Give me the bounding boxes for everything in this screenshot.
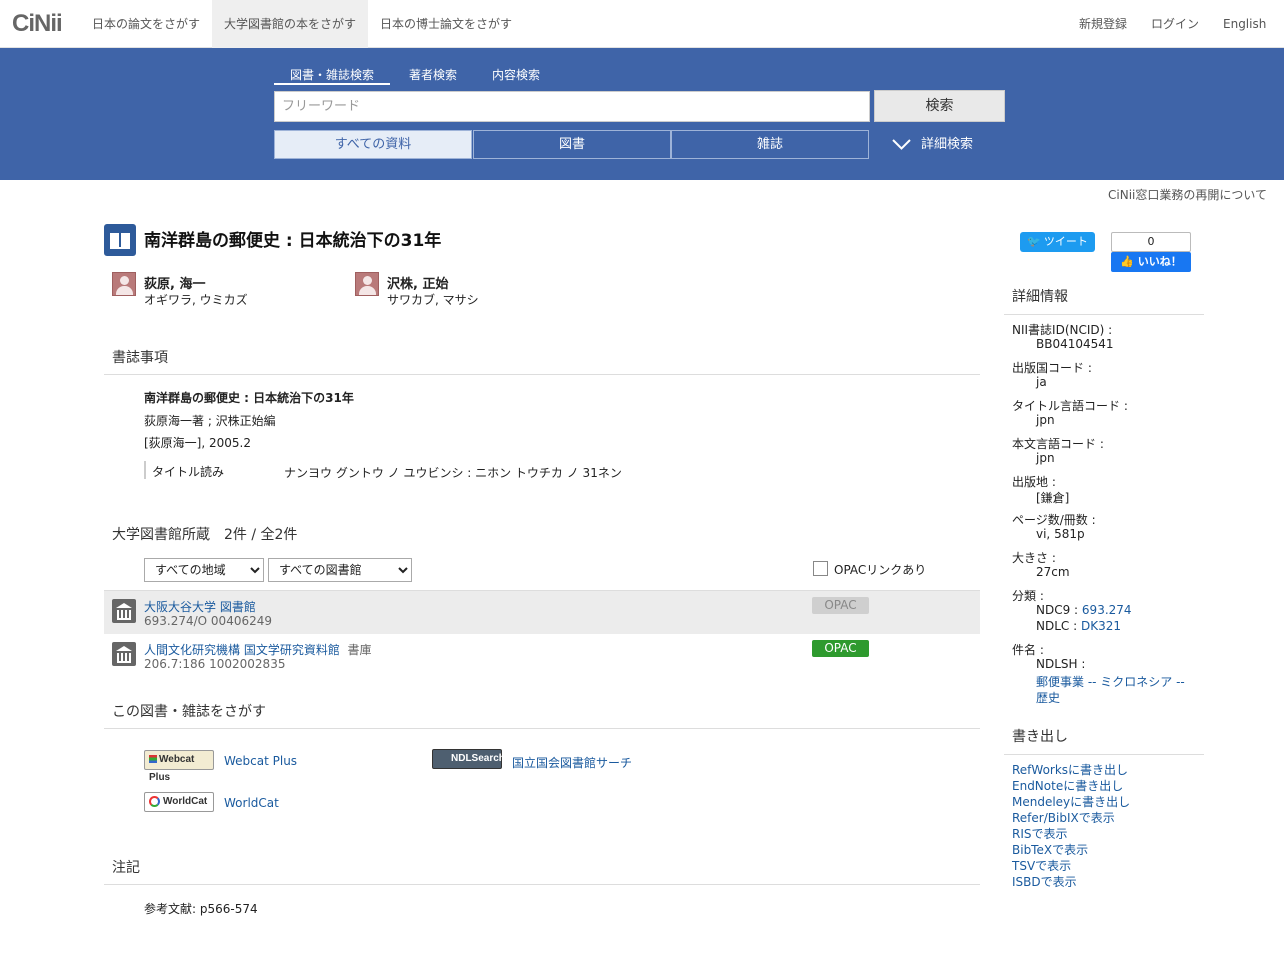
export-bibtex[interactable]: BibTeXで表示 <box>1012 841 1088 858</box>
ndl-logo[interactable]: NDLSearch <box>432 749 505 769</box>
export-heading: 書き出し <box>1004 726 1204 755</box>
like-button[interactable]: 👍 いいね！ <box>1111 252 1191 272</box>
bib-heading: 書誌事項 <box>104 347 980 375</box>
text-lang-value: jpn <box>1036 451 1055 465</box>
ndl-search-link[interactable]: 国立国会図書館サーチ <box>512 754 632 771</box>
like-count: 0 <box>1111 232 1191 252</box>
book-title: 南洋群島の郵便史 : 日本統治下の31年 <box>144 231 442 251</box>
size-value: 27cm <box>1036 565 1070 579</box>
advanced-search-label: 詳細検索 <box>921 137 974 152</box>
find-heading: この図書・雑誌をさがす <box>104 701 980 729</box>
author-kana: オギワラ, ウミカズ <box>144 293 248 307</box>
search-input[interactable] <box>274 91 870 122</box>
ndc9-row: NDC9 : 693.274 <box>1036 603 1132 617</box>
country-label: 出版国コード : <box>1012 361 1092 375</box>
export-refworks[interactable]: RefWorksに書き出し <box>1012 761 1128 778</box>
login-link[interactable]: ログイン <box>1151 0 1199 48</box>
top-navigation: CiNii 日本の論文をさがす 大学図書館の本をさがす 日本の博士論文をさがす … <box>0 0 1284 48</box>
reading-label: タイトル読み <box>152 465 225 479</box>
subject-link-cont[interactable]: 歴史 <box>1036 689 1060 706</box>
ndlsh-label: NDLSH : <box>1036 657 1086 671</box>
ndlc-row: NDLC : DK321 <box>1036 619 1121 633</box>
worldcat-logo[interactable]: WorldCat <box>144 792 214 812</box>
library-icon <box>112 642 136 666</box>
notes-heading: 注記 <box>104 857 980 885</box>
opac-button[interactable]: OPAC <box>812 640 869 657</box>
nav-tab-books[interactable]: 大学図書館の本をさがす <box>212 0 369 48</box>
country-value: ja <box>1036 375 1047 389</box>
region-select[interactable]: すべての地域 <box>144 558 264 582</box>
webcat-link[interactable]: Webcat Plus <box>224 754 297 768</box>
library-select[interactable]: すべての図書館 <box>268 558 412 582</box>
export-mendeley[interactable]: Mendeleyに書き出し <box>1012 793 1130 810</box>
search-panel: 図書・雑誌検索 著者検索 内容検索 検索 すべての資料 図書 雑誌 詳細検索 <box>0 48 1284 180</box>
call-number: 206.7:186 1002002835 <box>144 657 286 671</box>
subject-link[interactable]: 郵便事業 -- ミクロネシア -- <box>1036 673 1185 690</box>
ncid-value: BB04104541 <box>1036 337 1114 351</box>
nav-tab-dissertations[interactable]: 日本の博士論文をさがす <box>368 0 524 48</box>
holdings-heading: 大学図書館所蔵 2件 / 全2件 <box>112 527 298 543</box>
author-kana: サワカブ, マサシ <box>387 293 479 307</box>
ndc9-link[interactable]: 693.274 <box>1082 603 1132 617</box>
size-label: 大きさ : <box>1012 551 1056 565</box>
author-name[interactable]: 沢株, 正始 <box>387 273 448 292</box>
book-icon <box>104 224 136 256</box>
library-location: 書庫 <box>347 643 372 657</box>
reading-value: ナンヨウ グントウ ノ ユウビンシ : ニホン トウチカ ノ 31ネン <box>284 466 622 480</box>
export-endnote[interactable]: EndNoteに書き出し <box>1012 777 1123 794</box>
library-icon <box>112 599 136 623</box>
export-refer[interactable]: Refer/BibIXで表示 <box>1012 809 1115 826</box>
bib-publication: [荻原海一], 2005.2 <box>144 436 251 450</box>
divider <box>144 461 146 479</box>
scope-books[interactable]: 図書 <box>473 130 671 159</box>
ncid-label: NII書誌ID(NCID) : <box>1012 323 1113 337</box>
library-row: 人間文化研究機構 国文学研究資料館 書庫 206.7:186 100200283… <box>104 634 980 678</box>
library-row: 大阪大谷大学 図書館 693.274/O 00406249 OPAC <box>104 590 980 634</box>
opac-checkbox[interactable] <box>813 561 828 576</box>
class-label: 分類 : <box>1012 589 1044 603</box>
scope-journals[interactable]: 雑誌 <box>671 130 869 159</box>
ndlc-link[interactable]: DK321 <box>1081 619 1121 633</box>
notes-text: 参考文献: p566-574 <box>144 902 258 916</box>
search-button[interactable]: 検索 <box>874 90 1005 122</box>
pages-value: vi, 581p <box>1036 527 1085 541</box>
opac-checkbox-label: OPACリンクあり <box>834 563 927 577</box>
library-name[interactable]: 人間文化研究機構 国文学研究資料館 <box>144 643 340 657</box>
notice-link[interactable]: CiNii窓口業務の再開について <box>1108 186 1267 203</box>
tab-author-search[interactable]: 著者検索 <box>409 66 457 83</box>
person-icon <box>112 272 136 296</box>
author-name[interactable]: 荻原, 海一 <box>144 273 205 292</box>
place-label: 出版地 : <box>1012 475 1056 489</box>
cinii-logo[interactable]: CiNii <box>12 10 63 38</box>
english-link[interactable]: English <box>1223 0 1266 48</box>
library-name[interactable]: 大阪大谷大学 図書館 <box>144 598 256 615</box>
bib-title: 南洋群島の郵便史 : 日本統治下の31年 <box>144 391 354 405</box>
subject-label: 件名 : <box>1012 643 1044 657</box>
advanced-search-toggle[interactable]: 詳細検索 <box>892 130 973 159</box>
tweet-button[interactable]: 🐦 ツイート <box>1020 232 1095 252</box>
export-isbd[interactable]: ISBDで表示 <box>1012 873 1077 890</box>
tab-content-search[interactable]: 内容検索 <box>492 66 540 83</box>
title-lang-value: jpn <box>1036 413 1055 427</box>
opac-button: OPAC <box>812 597 869 614</box>
register-link[interactable]: 新規登録 <box>1079 0 1127 48</box>
export-tsv[interactable]: TSVで表示 <box>1012 857 1071 874</box>
nav-tab-articles[interactable]: 日本の論文をさがす <box>80 0 212 48</box>
webcat-logo[interactable]: Webcat Plus <box>144 750 214 783</box>
details-heading: 詳細情報 <box>1004 286 1204 315</box>
library-name-row: 人間文化研究機構 国文学研究資料館 書庫 <box>144 641 371 658</box>
export-ris[interactable]: RISで表示 <box>1012 825 1068 842</box>
text-lang-label: 本文言語コード : <box>1012 437 1104 451</box>
place-value: [鎌倉] <box>1036 491 1070 505</box>
scope-all[interactable]: すべての資料 <box>274 130 472 159</box>
person-icon <box>355 272 379 296</box>
tab-book-search[interactable]: 図書・雑誌検索 <box>274 66 391 85</box>
title-lang-label: タイトル言語コード : <box>1012 399 1128 413</box>
call-number: 693.274/O 00406249 <box>144 614 273 628</box>
bib-responsibility: 荻原海一著 ; 沢株正始編 <box>144 414 276 428</box>
chevron-down-icon <box>892 139 911 150</box>
pages-label: ページ数/冊数 : <box>1012 513 1096 527</box>
worldcat-link[interactable]: WorldCat <box>224 796 279 810</box>
